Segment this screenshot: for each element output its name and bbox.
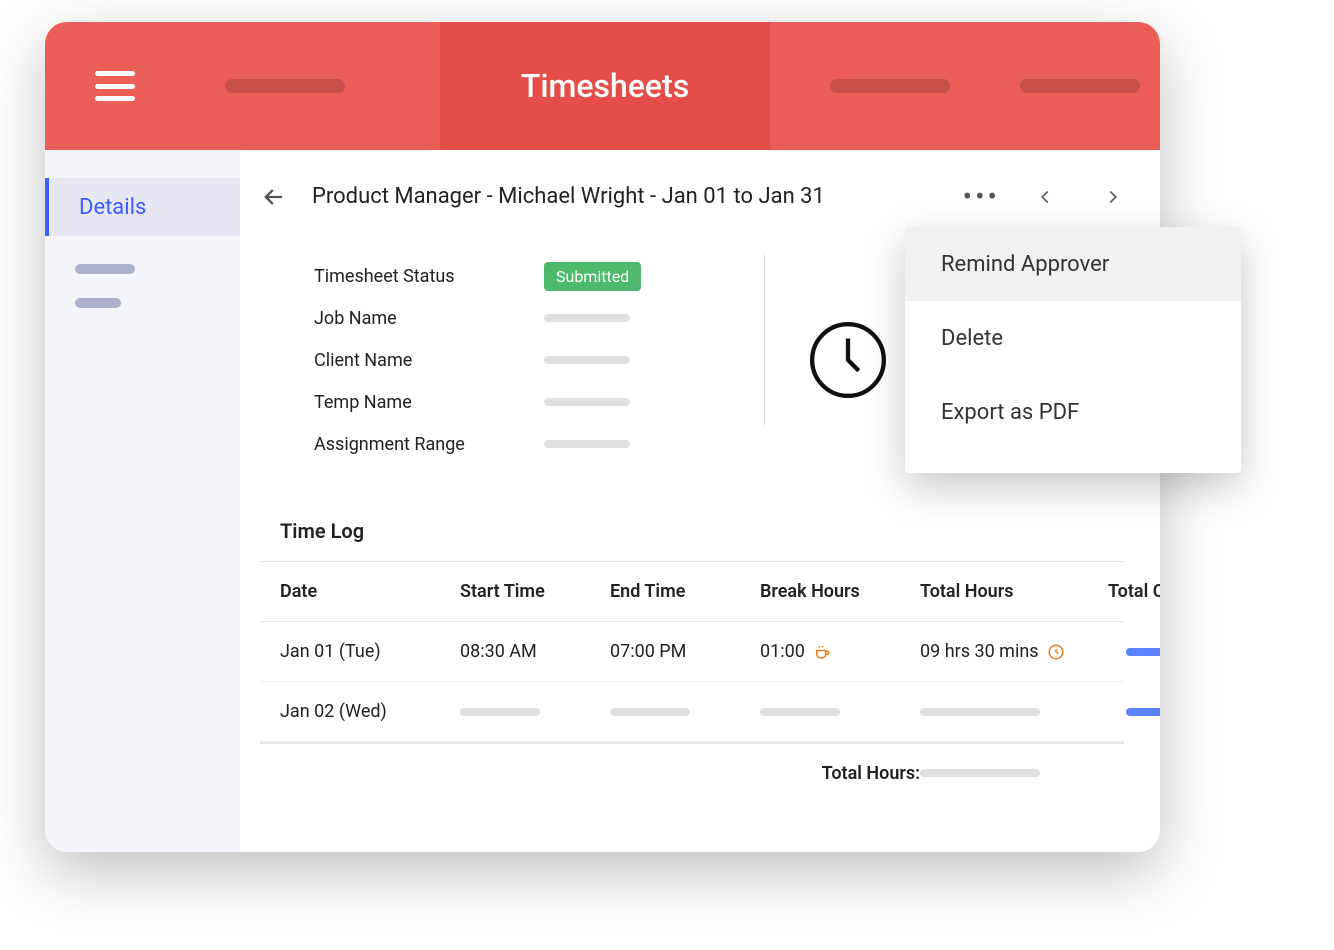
coffee-icon (813, 643, 831, 661)
header-right (770, 79, 1160, 93)
menu-item-export-pdf[interactable]: Export as PDF (905, 375, 1241, 449)
cell-skeleton (760, 708, 840, 716)
menu-item-delete[interactable]: Delete (905, 301, 1241, 375)
title-row: Product Manager - Michael Wright - Jan 0… (260, 180, 1124, 213)
cell-break: 01:00 (760, 641, 920, 662)
value-skeleton (544, 356, 630, 364)
app-header: Timesheets (45, 22, 1160, 150)
cell-start: 08:30 AM (460, 641, 610, 662)
prev-record-icon[interactable] (1034, 186, 1056, 208)
header-left (45, 71, 440, 101)
next-record-icon[interactable] (1102, 186, 1124, 208)
status-badge: Submitted (544, 262, 641, 291)
cell-date: Jan 01 (Tue) (280, 641, 460, 662)
sidebar-skeleton (75, 264, 135, 274)
sidebar-skeleton (75, 298, 121, 308)
col-start: Start Time (460, 581, 610, 602)
header-skeleton (225, 79, 345, 93)
cell-skeleton (610, 708, 690, 716)
table-header: Date Start Time End Time Break Hours Tot… (260, 562, 1124, 622)
label-status: Timesheet Status (314, 266, 544, 287)
info-left: Timesheet Status Submitted Job Name Clie… (314, 255, 724, 465)
more-options-menu: Remind Approver Delete Export as PDF (905, 227, 1241, 473)
header-skeleton (830, 79, 950, 93)
record-title: Product Manager - Michael Wright - Jan 0… (312, 184, 825, 209)
value-skeleton (544, 440, 630, 448)
hamburger-menu-icon[interactable] (95, 71, 135, 101)
cost-skeleton (1126, 648, 1160, 656)
label-temp: Temp Name (314, 392, 544, 413)
col-cost: Total Cost (1100, 581, 1160, 602)
vertical-divider (764, 255, 765, 425)
title-range: Jan 01 to Jan 31 (662, 184, 825, 209)
cell-date: Jan 02 (Wed) (280, 701, 460, 722)
label-client: Client Name (314, 350, 544, 371)
header-center-tab[interactable]: Timesheets (440, 22, 770, 150)
sidebar: Details (45, 150, 240, 852)
table-row[interactable]: Jan 02 (Wed) (260, 682, 1124, 742)
cell-skeleton (920, 708, 1040, 716)
title-job: Product Manager (312, 184, 481, 209)
footer-label: Total Hours: (760, 763, 920, 784)
clock-small-icon (1047, 643, 1065, 661)
back-arrow-icon[interactable] (260, 183, 288, 211)
col-date: Date (280, 581, 460, 602)
clock-icon (805, 317, 891, 403)
sidebar-tab-details[interactable]: Details (45, 178, 240, 236)
table-footer: Total Hours: (260, 742, 1124, 802)
timelog-table: Date Start Time End Time Break Hours Tot… (260, 561, 1124, 802)
table-row[interactable]: Jan 01 (Tue) 08:30 AM 07:00 PM 01:00 09 … (260, 622, 1124, 682)
header-skeleton (1020, 79, 1140, 93)
timelog-title: Time Log (280, 519, 1124, 543)
sidebar-tab-label: Details (79, 195, 146, 220)
value-skeleton (544, 398, 630, 406)
col-end: End Time (610, 581, 760, 602)
value-skeleton (544, 314, 630, 322)
footer-skeleton (920, 769, 1040, 777)
menu-item-remind-approver[interactable]: Remind Approver (905, 227, 1241, 301)
more-options-icon[interactable]: ••• (953, 180, 1010, 213)
cell-skeleton (460, 708, 540, 716)
menu-item-label: Delete (941, 326, 1003, 351)
label-job: Job Name (314, 308, 544, 329)
menu-item-label: Export as PDF (941, 400, 1079, 425)
menu-item-label: Remind Approver (941, 252, 1109, 277)
title-person: Michael Wright (498, 184, 644, 209)
col-break: Break Hours (760, 581, 920, 602)
col-total: Total Hours (920, 581, 1100, 602)
label-range: Assignment Range (314, 434, 544, 455)
cost-skeleton (1126, 708, 1160, 716)
header-title: Timesheets (521, 67, 689, 105)
cell-total: 09 hrs 30 mins (920, 641, 1100, 662)
cell-end: 07:00 PM (610, 641, 760, 662)
